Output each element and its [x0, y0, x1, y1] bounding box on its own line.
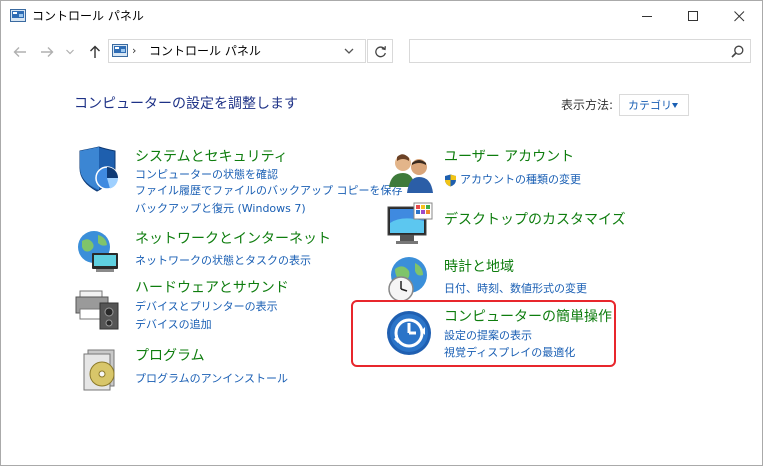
- search-input[interactable]: [409, 39, 751, 63]
- chevron-down-icon: [672, 103, 678, 108]
- view-by-label: 表示方法:: [561, 98, 614, 112]
- maximize-button[interactable]: [670, 1, 716, 32]
- refresh-button[interactable]: [367, 39, 393, 63]
- up-button[interactable]: [85, 42, 105, 62]
- link-add-device[interactable]: デバイスの追加: [135, 318, 212, 332]
- link-change-account-type[interactable]: アカウントの種類の変更: [460, 173, 581, 187]
- link-uninstall-program[interactable]: プログラムのアンインストール: [135, 372, 288, 386]
- close-button[interactable]: [716, 1, 762, 32]
- link-check-computer-status[interactable]: コンピューターの状態を確認: [135, 168, 278, 182]
- monitor-palette-icon[interactable]: [386, 201, 434, 249]
- link-devices-printers[interactable]: デバイスとプリンターの表示: [135, 300, 278, 314]
- category-title-system-security[interactable]: システムとセキュリティ: [135, 148, 288, 166]
- ease-of-access-icon[interactable]: [385, 309, 433, 357]
- category-title-desktop-customization[interactable]: デスクトップのカスタマイズ: [444, 211, 626, 229]
- back-arrow-icon: [13, 47, 26, 57]
- search-icon[interactable]: [731, 45, 744, 58]
- category-title-ease-of-access[interactable]: コンピューターの簡単操作: [444, 308, 612, 326]
- close-icon: [733, 11, 744, 22]
- up-arrow-icon: [90, 45, 100, 58]
- breadcrumb-separator[interactable]: ›: [132, 44, 136, 57]
- programs-disc-icon[interactable]: [80, 346, 128, 394]
- title-bar: コントロール パネル: [1, 1, 762, 32]
- forward-arrow-icon: [41, 47, 54, 57]
- category-title-user-accounts[interactable]: ユーザー アカウント: [444, 148, 574, 166]
- link-optimize-visual-display[interactable]: 視覚ディスプレイの最適化: [444, 346, 575, 360]
- link-change-date-time-format[interactable]: 日付、時刻、数値形式の変更: [444, 282, 587, 296]
- forward-button[interactable]: [37, 42, 57, 62]
- maximize-icon: [687, 11, 698, 21]
- breadcrumb-control-panel[interactable]: コントロール パネル: [149, 44, 261, 58]
- page-title: コンピューターの設定を調整します: [74, 96, 298, 112]
- uac-shield-icon: [445, 174, 456, 187]
- clock-globe-icon[interactable]: [387, 255, 435, 303]
- link-backup-restore[interactable]: バックアップと復元 (Windows 7): [135, 202, 306, 216]
- view-by-value[interactable]: カテゴリ: [628, 97, 672, 113]
- category-title-programs[interactable]: プログラム: [135, 347, 205, 365]
- category-title-hardware-sound[interactable]: ハードウェアとサウンド: [135, 279, 289, 297]
- minimize-icon: [641, 16, 652, 17]
- control-panel-icon: [10, 9, 26, 22]
- address-bar[interactable]: › コントロール パネル: [108, 39, 366, 63]
- link-get-recommendations[interactable]: 設定の提案の表示: [444, 329, 532, 343]
- window-title: コントロール パネル: [32, 9, 144, 23]
- network-globe-icon[interactable]: [74, 227, 122, 275]
- category-title-network-internet[interactable]: ネットワークとインターネット: [135, 230, 331, 248]
- chevron-down-icon: [66, 49, 74, 55]
- chevron-down-icon[interactable]: [343, 46, 355, 56]
- link-file-history-backup[interactable]: ファイル履歴でファイルのバックアップ コピーを保存: [135, 184, 403, 198]
- users-icon[interactable]: [387, 149, 435, 197]
- category-title-clock-region[interactable]: 時計と地域: [444, 258, 514, 276]
- view-by-dropdown[interactable]: カテゴリ: [619, 94, 689, 116]
- recent-locations-button[interactable]: [63, 42, 77, 62]
- back-button[interactable]: [10, 42, 30, 62]
- shield-icon[interactable]: [75, 146, 123, 194]
- refresh-icon: [374, 45, 386, 57]
- link-network-status-tasks[interactable]: ネットワークの状態とタスクの表示: [135, 254, 311, 268]
- printer-speaker-icon[interactable]: [74, 283, 122, 331]
- control-panel-window: コントロール パネル › コントロール パネル コンピューターの設定を調整します…: [0, 0, 763, 466]
- minimize-button[interactable]: [624, 1, 670, 32]
- control-panel-icon: [112, 44, 128, 57]
